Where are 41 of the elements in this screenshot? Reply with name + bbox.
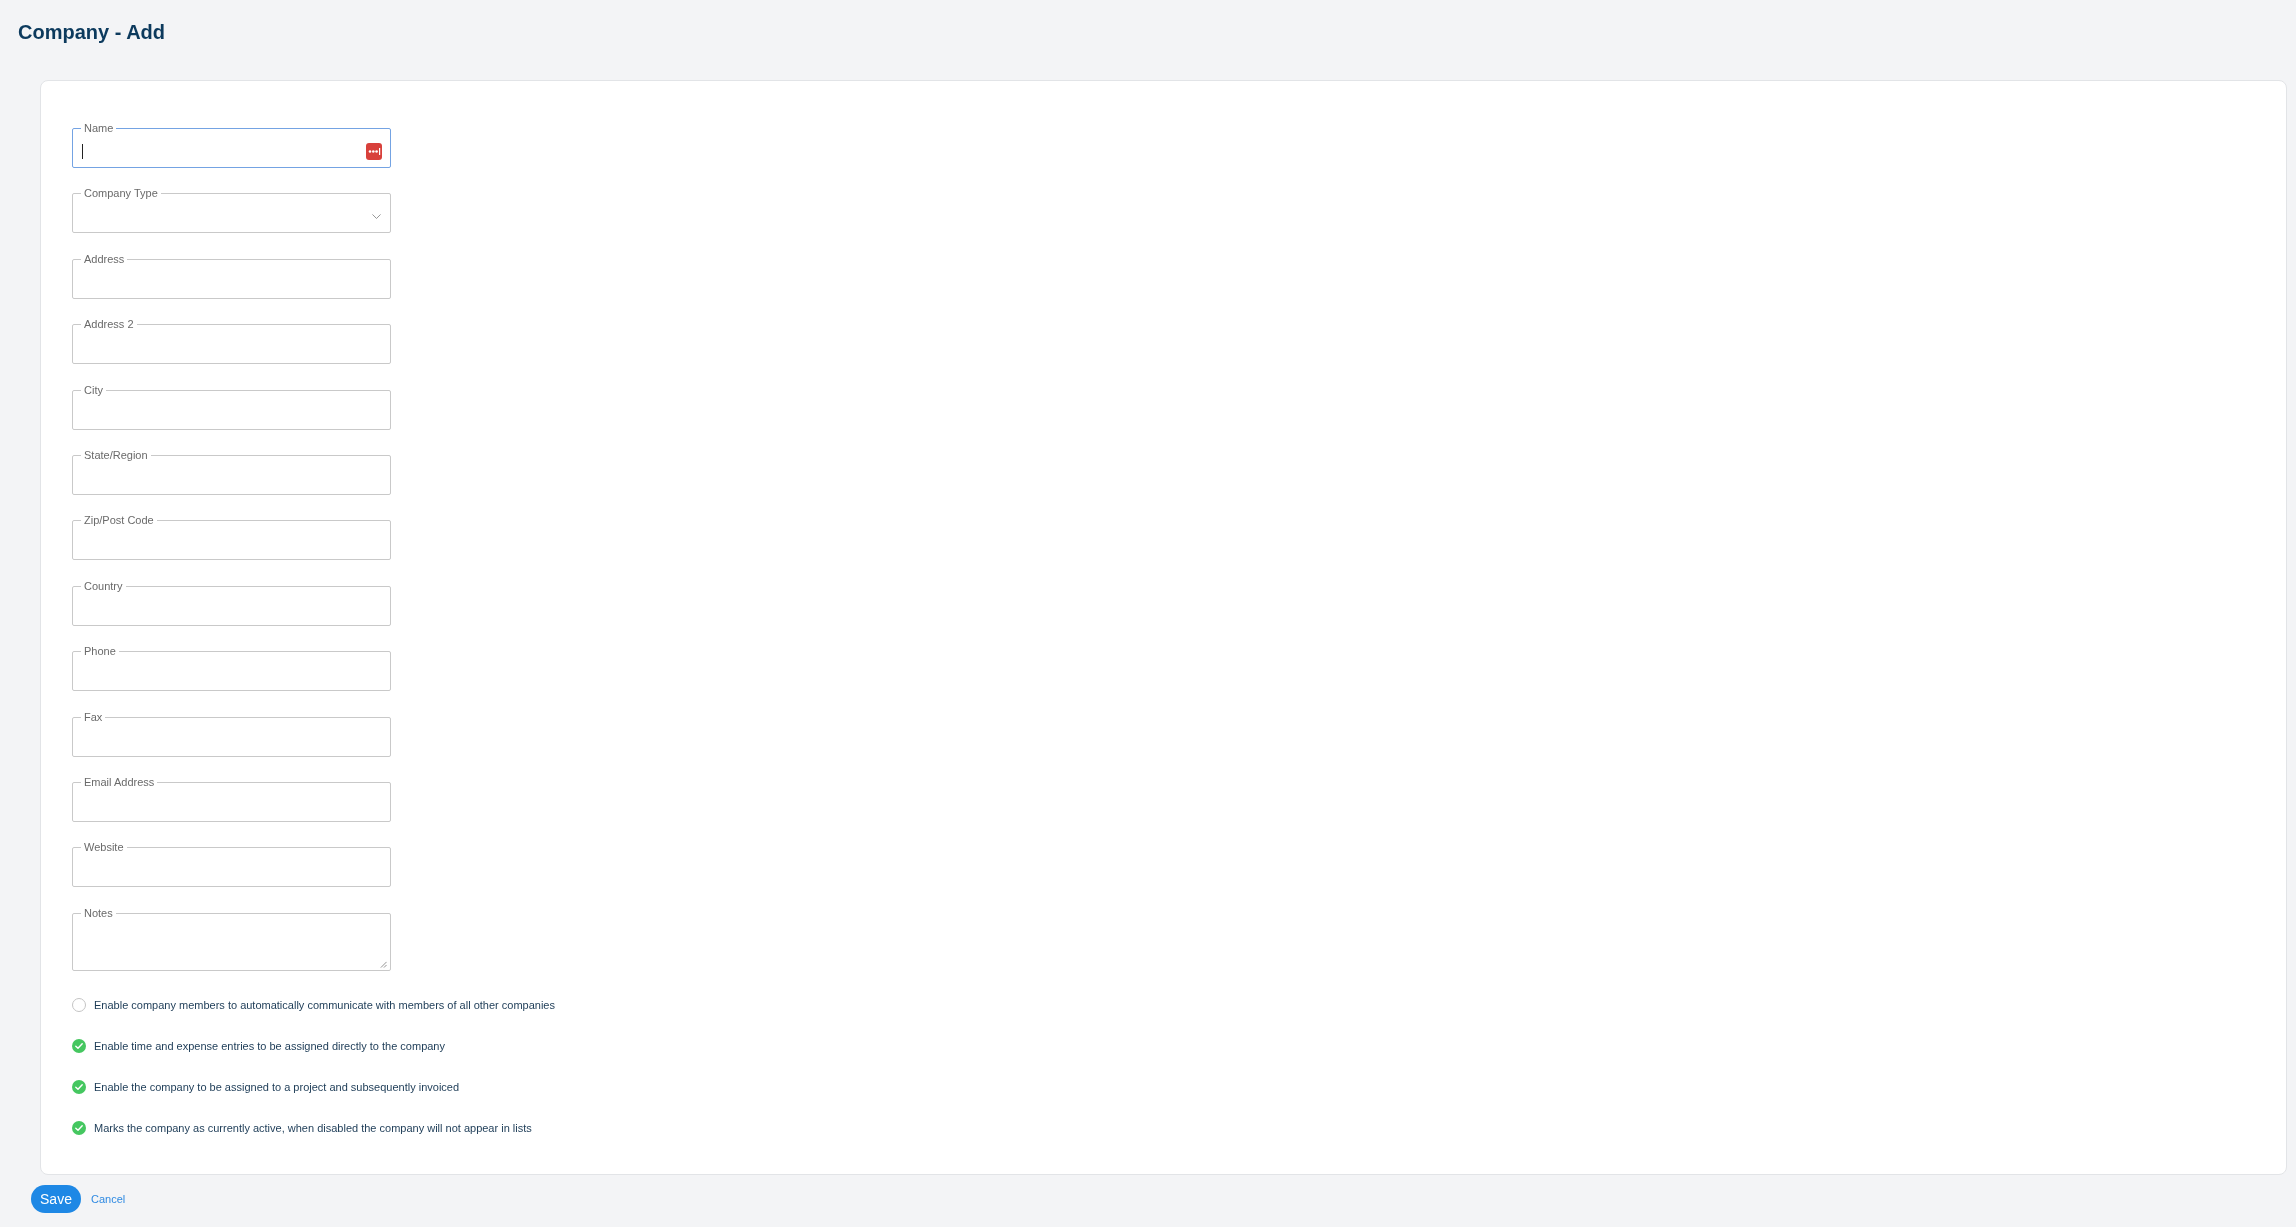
input-field[interactable]: City bbox=[72, 383, 391, 430]
option-label: Enable time and expense entries to be assigned directly to the company bbox=[94, 1038, 445, 1053]
input-field[interactable]: Name bbox=[72, 122, 391, 168]
field-label: Email Address bbox=[83, 775, 156, 789]
checkbox[interactable] bbox=[72, 1038, 86, 1053]
checkbox[interactable] bbox=[72, 1120, 86, 1135]
textarea-field[interactable]: Notes bbox=[72, 906, 391, 971]
option-label: Marks the company as currently active, when disabled the company will not appear in lists bbox=[94, 1120, 532, 1135]
input-field[interactable]: Zip/Post Code bbox=[72, 514, 391, 561]
field-label: Zip/Post Code bbox=[83, 514, 155, 528]
input-field[interactable]: State/Region bbox=[72, 448, 391, 495]
field-label: State/Region bbox=[83, 448, 149, 462]
option-label: Enable the company to be assigned to a project and subsequently invoiced bbox=[94, 1079, 460, 1094]
field-label: Website bbox=[83, 841, 125, 855]
chevron-down-icon[interactable] bbox=[372, 213, 381, 220]
input-field[interactable]: Fax bbox=[72, 710, 391, 757]
field-label: Notes bbox=[83, 906, 114, 920]
resize-grip-icon[interactable] bbox=[380, 960, 387, 968]
field-label: Company Type bbox=[83, 187, 159, 201]
input-field[interactable]: Phone bbox=[72, 645, 391, 692]
field-label: City bbox=[83, 383, 104, 397]
field-label: Phone bbox=[83, 645, 117, 659]
input-field[interactable]: Address 2 bbox=[72, 318, 391, 365]
field-label: Address bbox=[83, 252, 126, 266]
input-field[interactable]: Email Address bbox=[72, 775, 391, 822]
ellipsis-icon[interactable] bbox=[366, 142, 382, 160]
option-label: Enable company members to automatically communicate with members of all other companies bbox=[94, 997, 555, 1012]
checkbox[interactable] bbox=[72, 997, 86, 1012]
input-field[interactable]: Address bbox=[72, 252, 391, 299]
save-button[interactable]: Save bbox=[31, 1184, 81, 1213]
page-title: Company - Add bbox=[18, 20, 166, 44]
text-cursor-icon bbox=[82, 143, 83, 159]
input-field[interactable]: Website bbox=[72, 841, 391, 888]
dropdown-field[interactable]: Company Type bbox=[72, 187, 391, 234]
field-label: Fax bbox=[83, 710, 104, 724]
checkbox[interactable] bbox=[72, 1079, 86, 1094]
cancel-link[interactable]: Cancel bbox=[91, 1192, 126, 1205]
input-field[interactable]: Country bbox=[72, 579, 391, 626]
field-label: Country bbox=[83, 579, 124, 593]
field-label: Address 2 bbox=[83, 318, 135, 332]
field-label: Name bbox=[83, 122, 115, 135]
